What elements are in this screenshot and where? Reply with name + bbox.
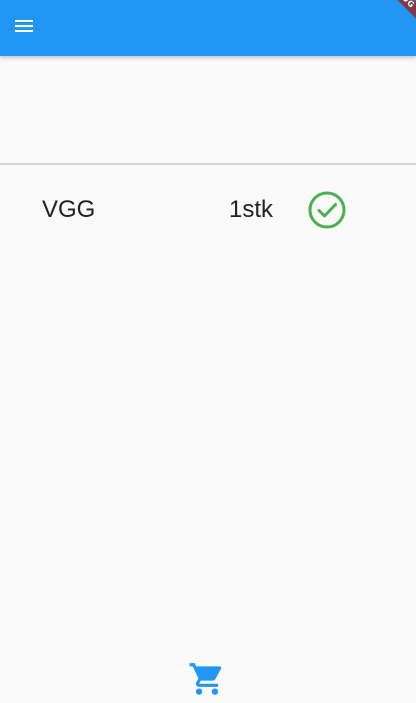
app-bar [0,0,416,56]
list-item: VGG 1stk [0,188,416,232]
check-circle-icon[interactable] [306,189,348,231]
shopping-cart-icon [188,660,226,703]
list-divider [0,163,416,165]
menu-button[interactable] [8,12,40,44]
item-name: VGG [42,196,96,223]
menu-icon [12,14,36,43]
cart-button[interactable] [186,660,228,702]
app-screen: DEBUG VGG 1stk [0,0,416,703]
item-quantity: 1stk [229,196,274,223]
